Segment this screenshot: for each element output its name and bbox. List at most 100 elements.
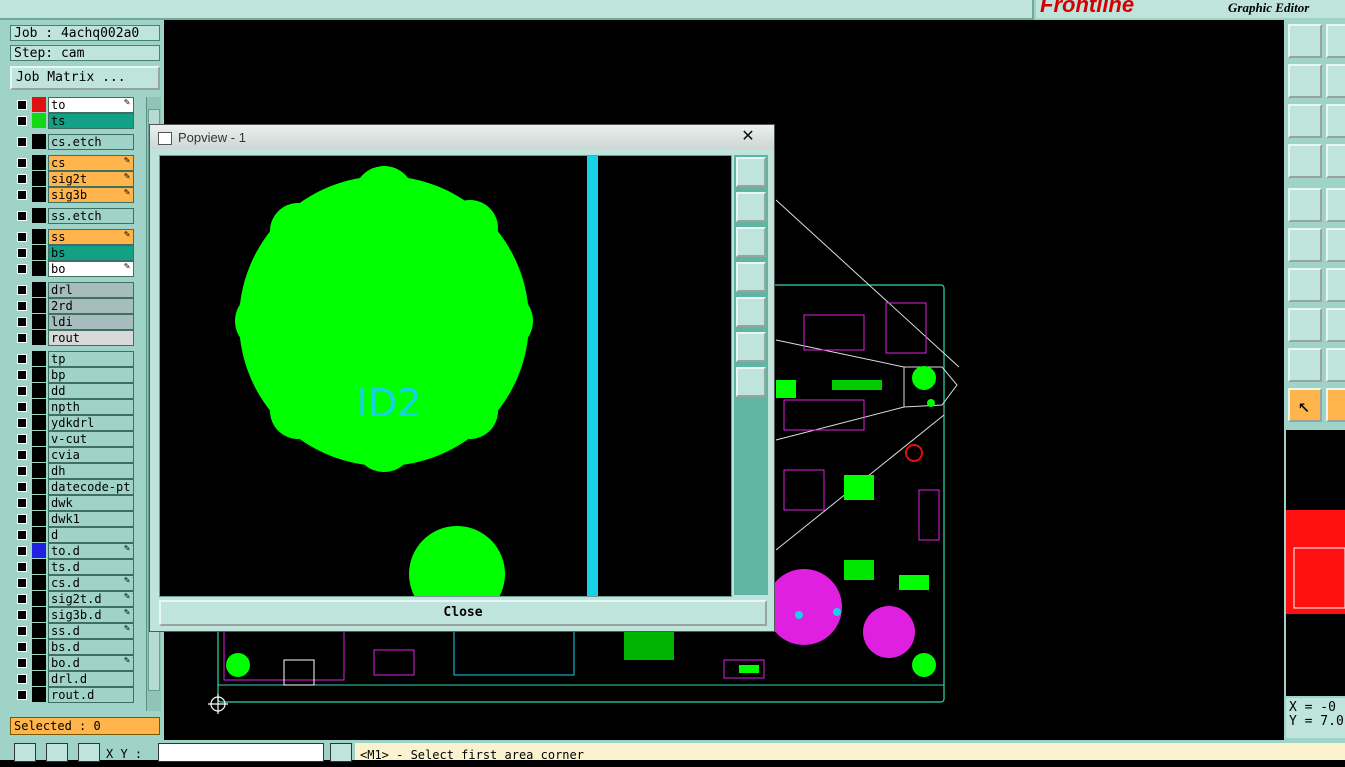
layer-name[interactable]: dh bbox=[48, 463, 134, 479]
layer-checkbox[interactable] bbox=[17, 562, 27, 572]
layer-color-swatch[interactable] bbox=[32, 245, 46, 260]
layer-checkbox[interactable] bbox=[17, 498, 27, 508]
layer-row-cs.etch[interactable]: cs.etch bbox=[12, 134, 146, 150]
tool-button-16[interactable] bbox=[1326, 308, 1345, 342]
layer-color-swatch[interactable] bbox=[32, 261, 46, 276]
layer-name[interactable]: ydkdrl bbox=[48, 415, 134, 431]
layer-name[interactable]: cs bbox=[48, 155, 134, 171]
popview-tool-right[interactable] bbox=[736, 297, 766, 327]
menu-strip[interactable] bbox=[0, 0, 1034, 20]
layer-row-v-cut[interactable]: v-cut bbox=[12, 431, 146, 447]
layer-checkbox[interactable] bbox=[17, 354, 27, 364]
layer-row-tp[interactable]: tp bbox=[12, 351, 146, 367]
layer-color-swatch[interactable] bbox=[32, 543, 46, 558]
layer-name[interactable]: ldi bbox=[48, 314, 134, 330]
popview-tool-zoom-in[interactable] bbox=[736, 332, 766, 362]
layer-name[interactable]: bo.d bbox=[48, 655, 134, 671]
layer-checkbox[interactable] bbox=[17, 674, 27, 684]
tool-button-5[interactable] bbox=[1288, 104, 1322, 138]
close-icon[interactable]: ✕ bbox=[736, 126, 760, 145]
select-pointer-button[interactable]: ↖ bbox=[1288, 388, 1322, 422]
status-button-2[interactable] bbox=[46, 743, 68, 762]
layer-checkbox[interactable] bbox=[17, 546, 27, 556]
layer-color-swatch[interactable] bbox=[32, 171, 46, 186]
popview-tool-down[interactable] bbox=[736, 227, 766, 257]
layer-color-swatch[interactable] bbox=[32, 97, 46, 112]
layer-color-swatch[interactable] bbox=[32, 687, 46, 702]
layer-color-swatch[interactable] bbox=[32, 134, 46, 149]
popview-tool-left[interactable] bbox=[736, 262, 766, 292]
layer-name[interactable]: to.d bbox=[48, 543, 134, 559]
layer-name[interactable]: 2rd bbox=[48, 298, 134, 314]
layer-color-swatch[interactable] bbox=[32, 155, 46, 170]
layer-name[interactable]: drl.d bbox=[48, 671, 134, 687]
layer-color-swatch[interactable] bbox=[32, 415, 46, 430]
layer-row-bo[interactable]: bo ✎ bbox=[12, 261, 146, 277]
measure-tool-button[interactable] bbox=[1288, 268, 1322, 302]
layer-checkbox[interactable] bbox=[17, 386, 27, 396]
status-button-1[interactable] bbox=[14, 743, 36, 762]
tool-button-4[interactable] bbox=[1326, 64, 1345, 98]
layer-checkbox[interactable] bbox=[17, 116, 27, 126]
layer-color-swatch[interactable] bbox=[32, 399, 46, 414]
layer-color-swatch[interactable] bbox=[32, 431, 46, 446]
layer-row-bs[interactable]: bs bbox=[12, 245, 146, 261]
layer-name[interactable]: rout bbox=[48, 330, 134, 346]
layer-name[interactable]: bp bbox=[48, 367, 134, 383]
layer-row-cvia[interactable]: cvia bbox=[12, 447, 146, 463]
layer-checkbox[interactable] bbox=[17, 450, 27, 460]
layer-name[interactable]: to bbox=[48, 97, 134, 113]
tool-button-2[interactable] bbox=[1326, 24, 1345, 58]
layer-row-sig2t[interactable]: sig2t ✎ bbox=[12, 171, 146, 187]
status-button-4[interactable] bbox=[330, 743, 352, 762]
layer-row-cs.d[interactable]: cs.d ✎ bbox=[12, 575, 146, 591]
tool-button-12[interactable] bbox=[1326, 228, 1345, 262]
tool-button-18[interactable] bbox=[1326, 348, 1345, 382]
tool-button-14[interactable] bbox=[1326, 268, 1345, 302]
layer-color-swatch[interactable] bbox=[32, 330, 46, 345]
connect-tool-button[interactable] bbox=[1288, 228, 1322, 262]
layer-name[interactable]: ss.etch bbox=[48, 208, 134, 224]
layer-color-swatch[interactable] bbox=[32, 229, 46, 244]
layer-row-sig2t.d[interactable]: sig2t.d ✎ bbox=[12, 591, 146, 607]
layer-name[interactable]: cvia bbox=[48, 447, 134, 463]
xy-input[interactable] bbox=[158, 743, 324, 762]
layer-row-ts[interactable]: ts bbox=[12, 113, 146, 129]
layer-checkbox[interactable] bbox=[17, 690, 27, 700]
layer-color-swatch[interactable] bbox=[32, 383, 46, 398]
layer-row-to.d[interactable]: to.d ✎ bbox=[12, 543, 146, 559]
layer-name[interactable]: datecode-pt bbox=[48, 479, 134, 495]
popview-tool-1[interactable] bbox=[736, 157, 766, 187]
layer-checkbox[interactable] bbox=[17, 174, 27, 184]
layer-color-swatch[interactable] bbox=[32, 575, 46, 590]
layer-checkbox[interactable] bbox=[17, 434, 27, 444]
layer-row-bo.d[interactable]: bo.d ✎ bbox=[12, 655, 146, 671]
layer-color-swatch[interactable] bbox=[32, 447, 46, 462]
layer-name[interactable]: drl bbox=[48, 282, 134, 298]
layer-row-dh[interactable]: dh bbox=[12, 463, 146, 479]
popview-tool-zoom-out[interactable] bbox=[736, 367, 766, 397]
layer-color-swatch[interactable] bbox=[32, 623, 46, 638]
layer-checkbox[interactable] bbox=[17, 100, 27, 110]
layer-checkbox[interactable] bbox=[17, 248, 27, 258]
layer-checkbox[interactable] bbox=[17, 317, 27, 327]
layer-name[interactable]: sig2t.d bbox=[48, 591, 134, 607]
layer-name[interactable]: cs.etch bbox=[48, 134, 134, 150]
layer-checkbox[interactable] bbox=[17, 642, 27, 652]
layer-row-sig3b.d[interactable]: sig3b.d ✎ bbox=[12, 607, 146, 623]
layer-checkbox[interactable] bbox=[17, 658, 27, 668]
layer-row-ydkdrl[interactable]: ydkdrl bbox=[12, 415, 146, 431]
polygon-tool-button[interactable] bbox=[1288, 348, 1322, 382]
layer-color-swatch[interactable] bbox=[32, 527, 46, 542]
layer-row-ss.etch[interactable]: ss.etch bbox=[12, 208, 146, 224]
layer-color-swatch[interactable] bbox=[32, 282, 46, 297]
layer-checkbox[interactable] bbox=[17, 594, 27, 604]
layer-row-drl[interactable]: drl bbox=[12, 282, 146, 298]
layer-checkbox[interactable] bbox=[17, 232, 27, 242]
layer-name[interactable]: sig3b bbox=[48, 187, 134, 203]
layer-row-2rd[interactable]: 2rd bbox=[12, 298, 146, 314]
layer-name[interactable]: dd bbox=[48, 383, 134, 399]
layer-row-ss[interactable]: ss ✎ bbox=[12, 229, 146, 245]
layer-name[interactable]: sig3b.d bbox=[48, 607, 134, 623]
tool-button-1[interactable] bbox=[1288, 24, 1322, 58]
